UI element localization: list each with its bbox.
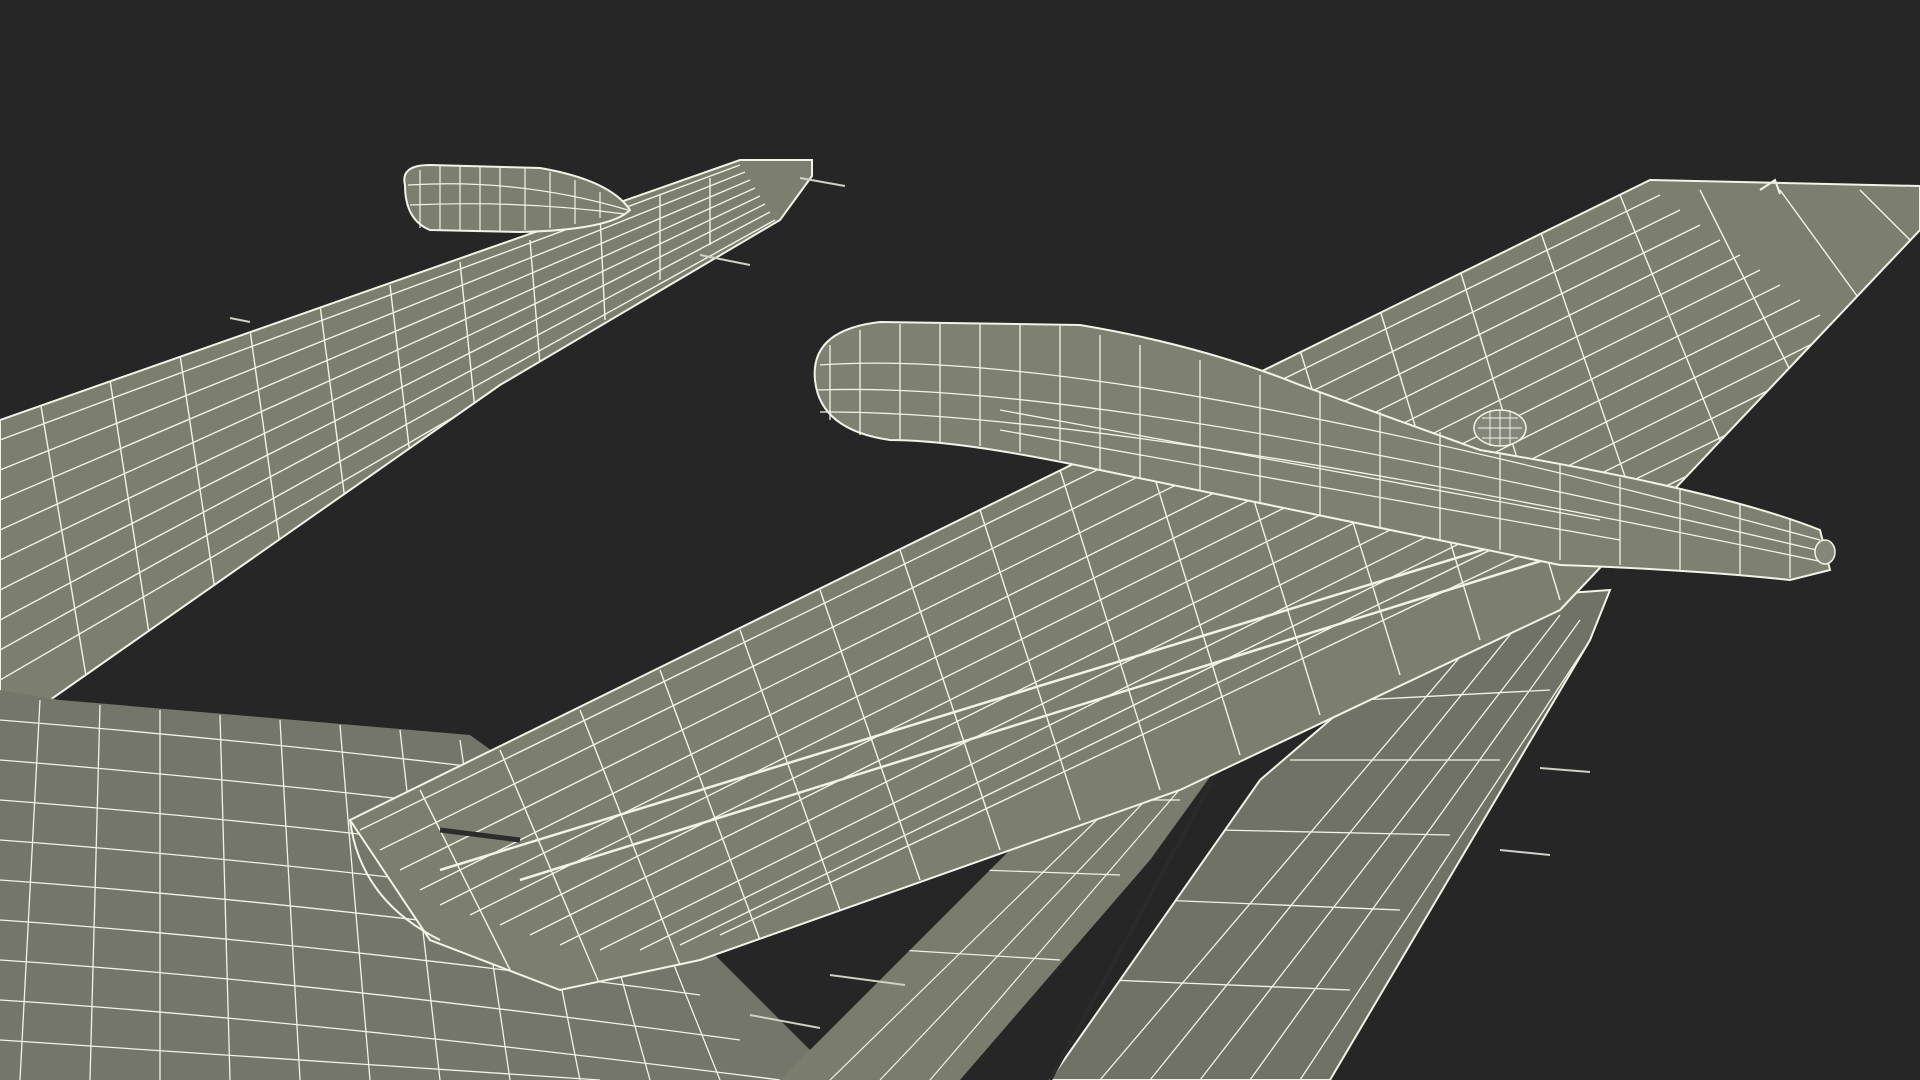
nacelle-tail-cone (1814, 539, 1836, 565)
wireframe-scene (0, 0, 1920, 1080)
